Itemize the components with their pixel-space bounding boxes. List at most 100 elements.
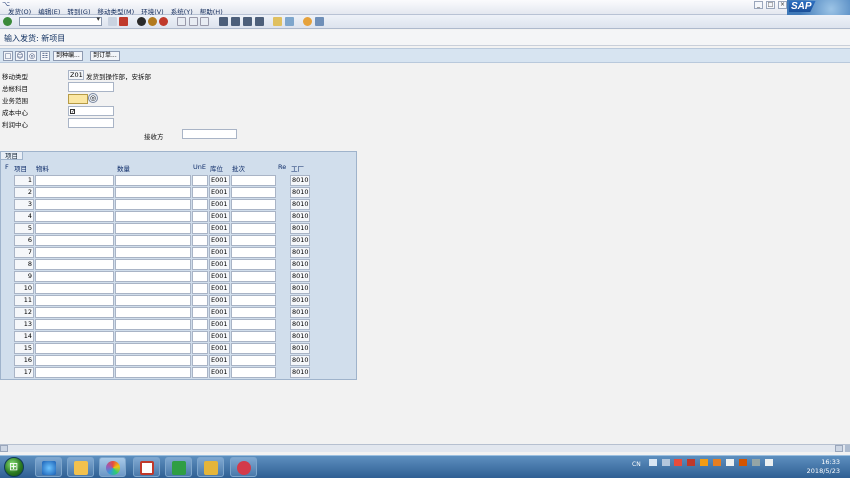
tray-icon-2[interactable] [661,459,670,466]
tray-icon-7[interactable] [726,459,735,466]
unit-cell[interactable] [192,247,208,258]
start-button[interactable]: ⊞ [4,457,24,477]
previous-page-icon[interactable] [231,17,240,26]
quantity-cell[interactable] [115,223,191,234]
detail-icon[interactable]: ☷ [40,51,50,61]
material-cell[interactable] [35,271,114,282]
enter-icon[interactable] [3,17,12,26]
tray-icon-1[interactable] [648,459,657,466]
unit-cell[interactable] [192,295,208,306]
batch-cell[interactable] [231,211,276,222]
save-icon[interactable] [119,17,128,26]
plant-cell[interactable]: 8010 [290,355,310,366]
storage-location-cell[interactable]: E001 [209,319,230,330]
storage-location-cell[interactable]: E001 [209,211,230,222]
quantity-cell[interactable] [115,175,191,186]
quantity-cell[interactable] [115,367,191,378]
batch-cell[interactable] [231,235,276,246]
unit-cell[interactable] [192,223,208,234]
storage-location-cell[interactable]: E001 [209,199,230,210]
material-cell[interactable] [35,211,114,222]
batch-cell[interactable] [231,271,276,282]
unit-cell[interactable] [192,235,208,246]
close-button[interactable]: × [778,1,787,9]
unit-cell[interactable] [192,307,208,318]
material-cell[interactable] [35,259,114,270]
tray-icon-6[interactable] [713,459,722,466]
plant-cell[interactable]: 8010 [290,211,310,222]
batch-cell[interactable] [231,295,276,306]
cancel-icon[interactable] [159,17,168,26]
plant-cell[interactable]: 8010 [290,271,310,282]
material-cell[interactable] [35,175,114,186]
batch-cell[interactable] [231,187,276,198]
storage-location-cell[interactable]: E001 [209,175,230,186]
material-cell[interactable] [35,319,114,330]
material-cell[interactable] [35,355,114,366]
storage-location-cell[interactable]: E001 [209,367,230,378]
items-section-tab[interactable]: 项目 [1,152,23,160]
horizontal-scrollbar[interactable] [0,444,850,452]
taskbar-app[interactable] [230,457,257,477]
profit-center-field[interactable] [68,118,114,128]
material-cell[interactable] [35,247,114,258]
taskbar-sheet[interactable] [165,457,192,477]
quantity-cell[interactable] [115,211,191,222]
quantity-cell[interactable] [115,247,191,258]
material-cell[interactable] [35,343,114,354]
find-icon[interactable] [189,17,198,26]
maximize-button[interactable]: □ [766,1,775,9]
batch-cell[interactable] [231,199,276,210]
plant-cell[interactable]: 8010 [290,199,310,210]
storage-location-cell[interactable]: E001 [209,235,230,246]
back-icon[interactable] [137,17,146,26]
unit-cell[interactable] [192,343,208,354]
storage-location-cell[interactable]: E001 [209,247,230,258]
quantity-cell[interactable] [115,199,191,210]
batch-cell[interactable] [231,319,276,330]
material-cell[interactable] [35,283,114,294]
unit-cell[interactable] [192,175,208,186]
quantity-cell[interactable] [115,307,191,318]
batch-cell[interactable] [231,283,276,294]
business-area-field[interactable] [68,94,88,104]
unit-cell[interactable] [192,199,208,210]
plant-cell[interactable]: 8010 [290,283,310,294]
tray-icon-4[interactable] [687,459,696,466]
command-field[interactable] [19,15,102,26]
batch-cell[interactable] [231,367,276,378]
scroll-right-arrow[interactable] [835,445,843,452]
unit-cell[interactable] [192,259,208,270]
taskbar-explorer[interactable] [67,457,94,477]
language-indicator[interactable]: CN [632,461,641,468]
volume-icon[interactable] [764,459,773,466]
storage-location-cell[interactable]: E001 [209,331,230,342]
storage-location-cell[interactable]: E001 [209,295,230,306]
material-cell[interactable] [35,307,114,318]
last-page-icon[interactable] [255,17,264,26]
taskbar-pdf[interactable] [133,457,160,477]
plant-cell[interactable]: 8010 [290,223,310,234]
plant-cell[interactable]: 8010 [290,343,310,354]
storage-location-cell[interactable]: E001 [209,355,230,366]
storage-location-cell[interactable]: E001 [209,259,230,270]
plant-cell[interactable]: 8010 [290,307,310,318]
tray-icon-9[interactable] [751,459,760,466]
plant-cell[interactable]: 8010 [290,367,310,378]
clock[interactable]: 16:33 2018/5/23 [790,458,840,476]
storage-location-cell[interactable]: E001 [209,271,230,282]
quantity-cell[interactable] [115,355,191,366]
layout-menu-icon[interactable] [315,17,324,26]
display-icon[interactable]: ◎ [27,51,37,61]
material-cell[interactable] [35,235,114,246]
search-help-icon[interactable]: ◎ [88,93,98,103]
find-next-icon[interactable] [200,17,209,26]
material-cell[interactable] [35,331,114,342]
plant-cell[interactable]: 8010 [290,319,310,330]
quantity-cell[interactable] [115,271,191,282]
storage-location-cell[interactable]: E001 [209,343,230,354]
batch-cell[interactable] [231,307,276,318]
quantity-cell[interactable] [115,259,191,270]
material-cell[interactable] [35,367,114,378]
batch-cell[interactable] [231,343,276,354]
